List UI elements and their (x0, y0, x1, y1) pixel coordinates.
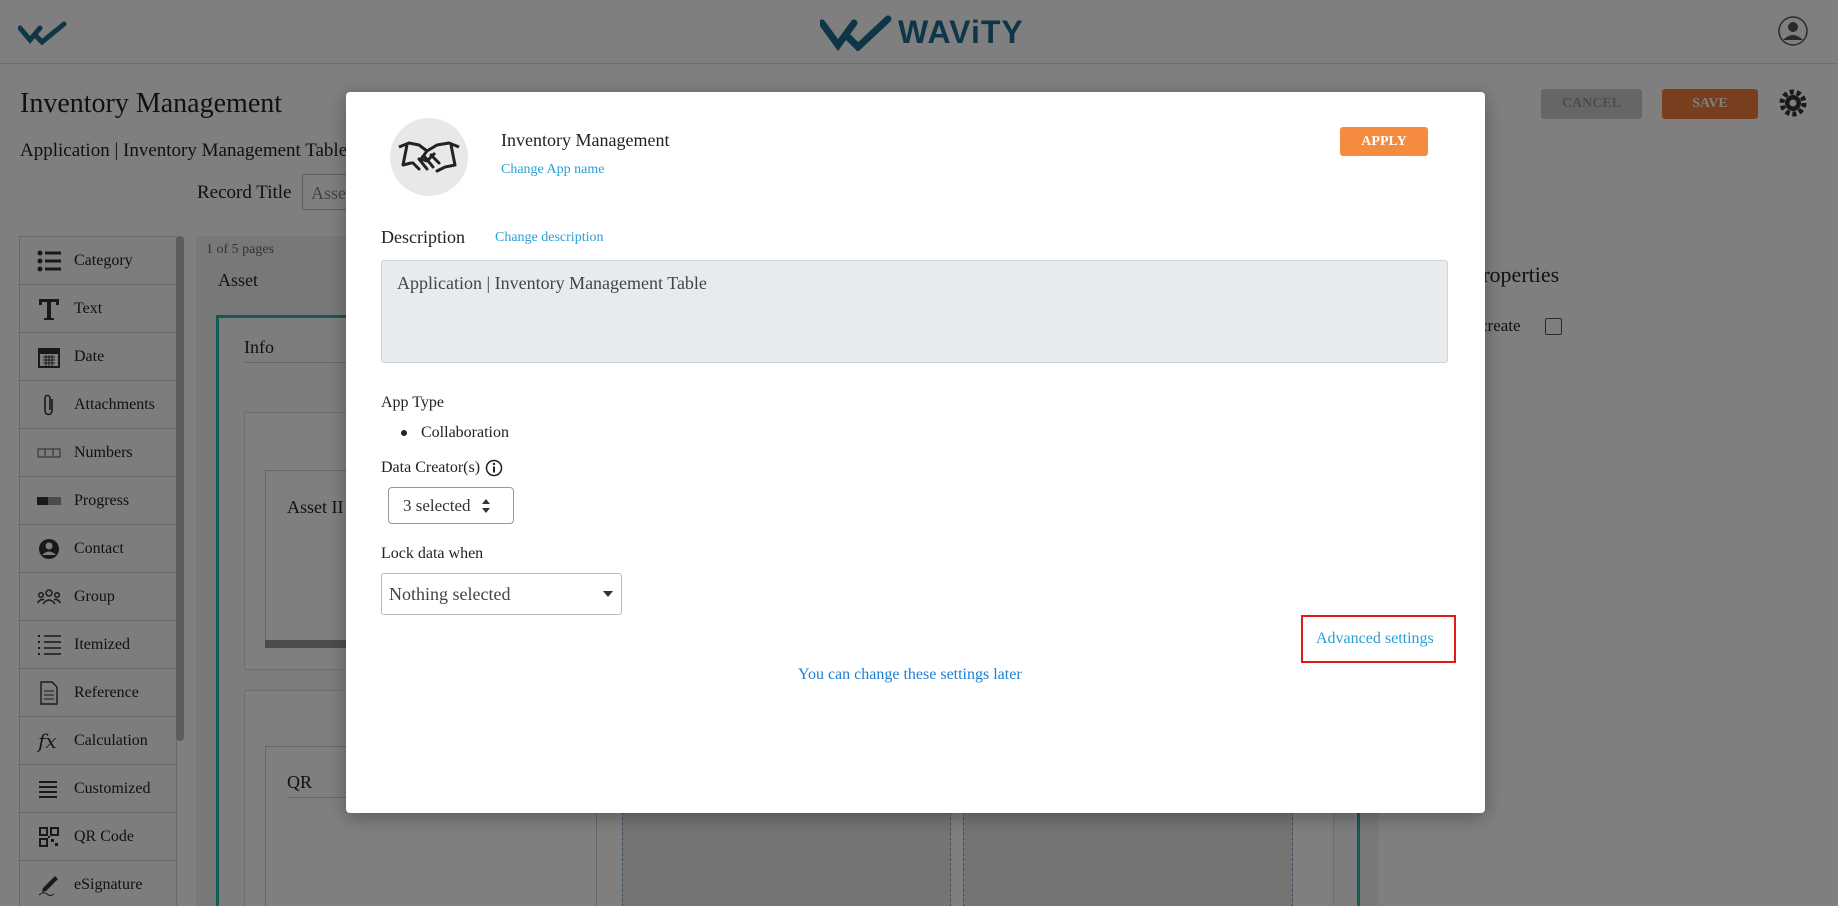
app-type-label: App Type (381, 394, 445, 411)
lock-data-value: Nothing selected (389, 583, 511, 604)
advanced-settings-link[interactable]: Advanced settings (1316, 630, 1434, 648)
data-creators-select[interactable]: 3 selected (388, 487, 514, 524)
apply-button[interactable]: APPLY (1340, 127, 1428, 156)
handshake-icon (398, 141, 460, 173)
chevron-down-icon (603, 591, 613, 597)
data-creators-value: 3 selected (403, 495, 471, 515)
app-settings-dialog: Inventory Management Change App name APP… (346, 92, 1485, 813)
description-label: Description (381, 227, 465, 247)
app-type-value: Collaboration (401, 424, 509, 442)
change-description-link[interactable]: Change description (495, 230, 603, 246)
data-creators-label: Data Creator(s) (381, 459, 503, 477)
app-name: Inventory Management (501, 130, 670, 150)
change-app-name-link[interactable]: Change App name (501, 162, 604, 178)
description-text: Application | Inventory Management Table (381, 260, 1448, 363)
lock-data-label: Lock data when (381, 545, 484, 562)
app-type-value-text: Collaboration (421, 424, 509, 441)
info-icon[interactable] (485, 459, 503, 477)
sort-arrows-icon (481, 498, 490, 513)
data-creators-label-text: Data Creator(s) (381, 459, 481, 476)
app-icon[interactable] (390, 118, 468, 196)
lock-data-select[interactable]: Nothing selected (381, 573, 622, 615)
bullet-icon (401, 430, 407, 436)
settings-note: You can change these settings later (798, 666, 1022, 683)
